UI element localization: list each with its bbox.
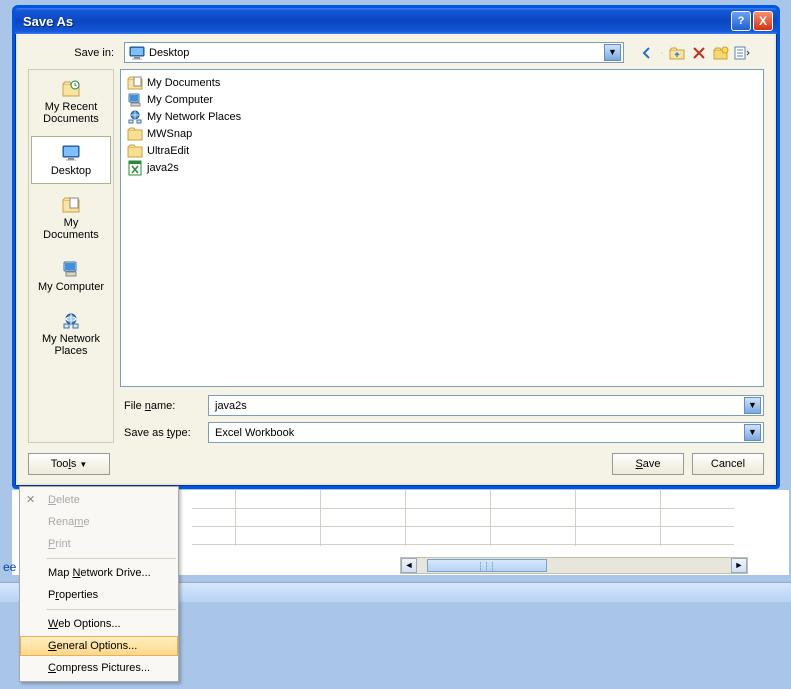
- place-label: My Recent Documents: [36, 101, 106, 125]
- views-icon[interactable]: [734, 44, 752, 62]
- chevron-down-icon[interactable]: ▼: [604, 44, 621, 61]
- close-button[interactable]: X: [753, 11, 773, 31]
- save-in-combo[interactable]: Desktop ▼: [124, 42, 624, 63]
- desktop-icon: [129, 45, 145, 61]
- chevron-down-icon[interactable]: ▼: [744, 397, 761, 414]
- place-my-documents[interactable]: My Documents: [31, 188, 111, 248]
- network-icon: [127, 109, 143, 125]
- saveastype-combo[interactable]: Excel Workbook ▼: [208, 422, 764, 443]
- place-label: My Network Places: [36, 333, 106, 357]
- mycomputer-icon: [61, 259, 81, 279]
- tools-menu: ✕ Delete Rename Print Map Network Drive.…: [19, 486, 179, 682]
- file-name: java2s: [147, 162, 179, 174]
- place-label: My Computer: [38, 281, 104, 293]
- mydocs-icon: [127, 75, 143, 91]
- list-item[interactable]: java2s: [127, 159, 757, 176]
- place-label: Desktop: [51, 165, 91, 177]
- mycomputer-icon: [127, 92, 143, 108]
- list-item[interactable]: My Documents: [127, 74, 757, 91]
- file-list[interactable]: My Documents My Computer My Network Plac…: [120, 69, 764, 387]
- menu-rename: Rename: [20, 511, 178, 533]
- file-name: My Network Places: [147, 111, 241, 123]
- save-in-value: Desktop: [149, 47, 189, 59]
- filename-input[interactable]: java2s ▼: [208, 395, 764, 416]
- desktop-icon: [61, 143, 81, 163]
- delete-icon[interactable]: [690, 44, 708, 62]
- delete-icon: ✕: [26, 493, 35, 506]
- file-name: UltraEdit: [147, 145, 189, 157]
- scroll-left-icon[interactable]: ◄: [401, 558, 417, 573]
- dialog-title: Save As: [23, 14, 729, 29]
- help-button[interactable]: ?: [731, 11, 751, 31]
- new-folder-icon[interactable]: [712, 44, 730, 62]
- menu-delete: ✕ Delete: [20, 489, 178, 511]
- save-in-label: Save in:: [28, 47, 118, 59]
- list-item[interactable]: My Network Places: [127, 108, 757, 125]
- network-icon: [61, 311, 81, 331]
- filename-value: java2s: [215, 400, 247, 412]
- menu-separator: [46, 558, 176, 559]
- places-bar: My Recent Documents Desktop My Documents…: [28, 69, 114, 443]
- save-as-dialog: Save As ? X Save in: Desktop ▼ ·: [12, 5, 780, 489]
- menu-general-options[interactable]: General Options...: [20, 636, 178, 656]
- list-item[interactable]: MWSnap: [127, 125, 757, 142]
- menu-web-options[interactable]: Web Options...: [20, 613, 178, 635]
- list-item[interactable]: UltraEdit: [127, 142, 757, 159]
- excel-icon: [127, 160, 143, 176]
- menu-properties[interactable]: Properties: [20, 584, 178, 606]
- place-label: My Documents: [36, 217, 106, 241]
- chevron-down-icon: ▼: [79, 460, 87, 469]
- folder-icon: [127, 143, 143, 159]
- place-my-network[interactable]: My Network Places: [31, 304, 111, 364]
- chevron-down-icon[interactable]: ▼: [744, 424, 761, 441]
- place-my-computer[interactable]: My Computer: [31, 252, 111, 300]
- save-button[interactable]: Save: [612, 453, 684, 475]
- mydocs-icon: [61, 195, 81, 215]
- saveastype-label: Save as type:: [120, 427, 200, 439]
- tools-button[interactable]: Tools▼: [28, 453, 110, 475]
- place-recent-documents[interactable]: My Recent Documents: [31, 72, 111, 132]
- menu-compress-pictures[interactable]: Compress Pictures...: [20, 657, 178, 679]
- filename-label: File name:: [120, 400, 200, 412]
- recent-icon: [61, 79, 81, 99]
- scroll-thumb[interactable]: ┆┆┆: [427, 559, 547, 572]
- file-name: My Computer: [147, 94, 213, 106]
- list-item[interactable]: My Computer: [127, 91, 757, 108]
- saveastype-value: Excel Workbook: [215, 427, 294, 439]
- menu-print: Print: [20, 533, 178, 555]
- scroll-right-icon[interactable]: ►: [731, 558, 747, 573]
- place-desktop[interactable]: Desktop: [31, 136, 111, 184]
- file-name: My Documents: [147, 77, 220, 89]
- folder-icon: [127, 126, 143, 142]
- menu-map-network-drive[interactable]: Map Network Drive...: [20, 562, 178, 584]
- back-icon[interactable]: [638, 44, 656, 62]
- cancel-button[interactable]: Cancel: [692, 453, 764, 475]
- up-folder-icon[interactable]: [668, 44, 686, 62]
- sheet-tab-link[interactable]: ee: [0, 560, 19, 574]
- file-name: MWSnap: [147, 128, 192, 140]
- menu-separator: [46, 609, 176, 610]
- horizontal-scrollbar[interactable]: ◄ ┆┆┆ ►: [400, 557, 748, 574]
- titlebar: Save As ? X: [15, 8, 777, 34]
